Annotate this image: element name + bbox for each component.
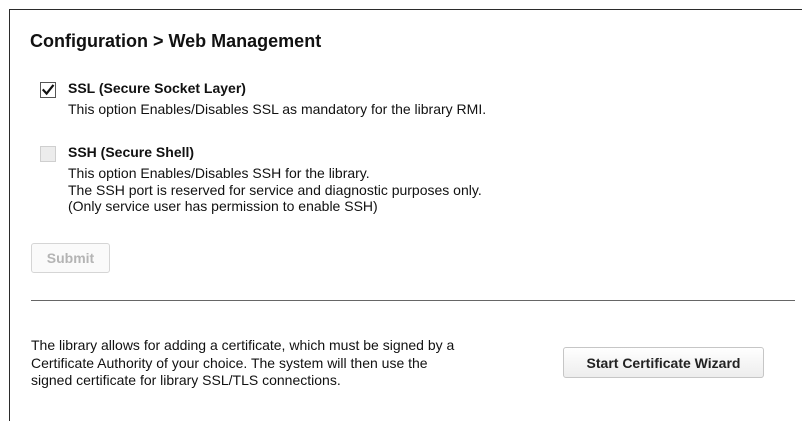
submit-button[interactable]: Submit: [31, 243, 110, 273]
certificate-description: The library allows for adding a certific…: [31, 337, 531, 390]
certificate-description-line: The library allows for adding a certific…: [31, 337, 455, 353]
certificate-description-line: Certificate Authority of your choice. Th…: [31, 354, 428, 371]
section-divider: [31, 300, 795, 301]
ssl-description-line: This option Enables/Disables SSL as mand…: [68, 101, 487, 117]
ssl-checkbox[interactable]: [40, 82, 56, 98]
start-certificate-wizard-button[interactable]: Start Certificate Wizard: [563, 347, 764, 378]
checkmark-icon: [41, 84, 55, 96]
ssh-description-line: This option Enables/Disables SSH for the…: [68, 165, 370, 181]
page-title: Configuration > Web Management: [30, 31, 322, 51]
ssl-option-title: SSL (Secure Socket Layer): [68, 80, 246, 96]
ssh-description-line: (Only service user has permission to ena…: [68, 198, 378, 214]
ssh-option-title: SSH (Secure Shell): [68, 144, 195, 160]
ssh-description-line: The SSH port is reserved for service and…: [68, 181, 482, 198]
ssl-option-description: This option Enables/Disables SSL as mand…: [68, 101, 486, 118]
ssh-checkbox[interactable]: [40, 146, 56, 162]
certificate-description-line: signed certificate for library SSL/TLS c…: [31, 372, 341, 388]
ssh-option-description: This option Enables/Disables SSH for the…: [68, 165, 482, 215]
